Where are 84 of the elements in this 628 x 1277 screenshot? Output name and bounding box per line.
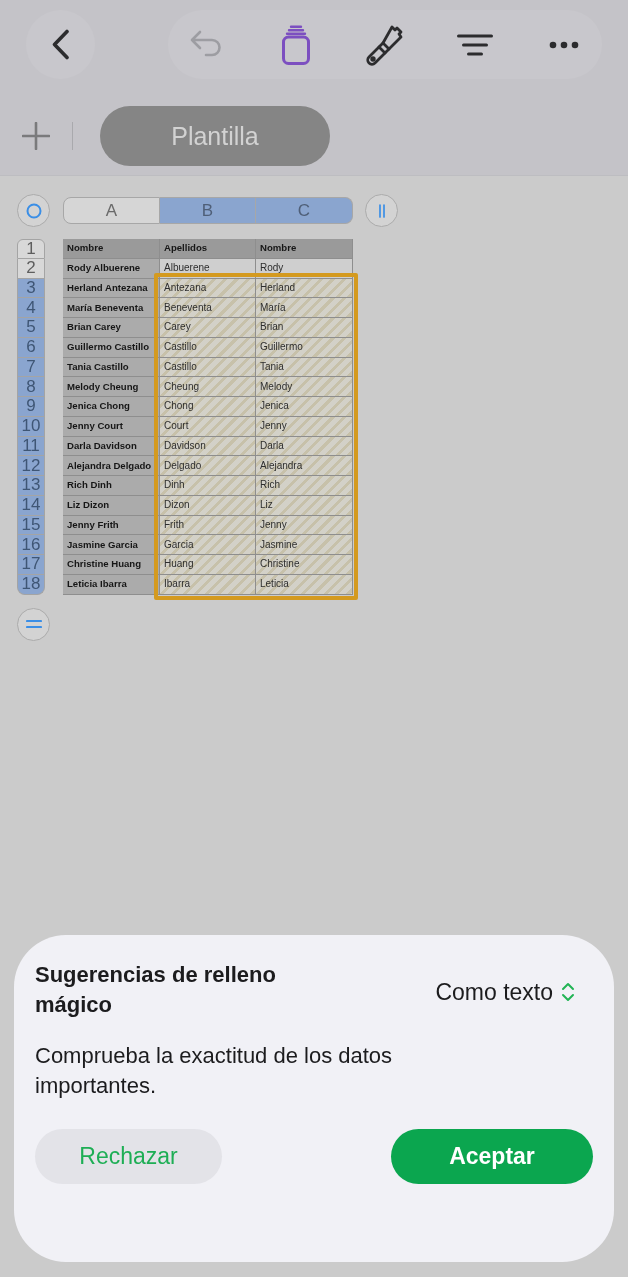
table-handle-button[interactable]: [17, 194, 50, 227]
circle-icon: [25, 202, 42, 219]
equals-icon: [25, 619, 42, 629]
table-cell: Brian Carey: [63, 318, 160, 338]
table-cell: Jenica Chong: [63, 397, 160, 417]
row-number[interactable]: 8: [17, 377, 45, 397]
header-cell: Nombre: [256, 239, 353, 259]
suggested-cell: Castillo: [160, 357, 256, 378]
suggested-cell: María: [256, 298, 353, 318]
suggested-cell: Liz: [256, 495, 353, 516]
suggested-cell: Rich: [256, 476, 353, 496]
row-number[interactable]: 11: [17, 436, 45, 457]
reject-button[interactable]: Rechazar: [35, 1129, 222, 1184]
suggested-cell: Carey: [160, 318, 256, 338]
suggested-cell: Huang: [160, 555, 256, 575]
table-cell: Christine Huang: [63, 555, 160, 575]
chevron-left-icon: [51, 29, 70, 60]
accept-button[interactable]: Aceptar: [391, 1129, 593, 1184]
suggested-cell: Cheung: [160, 377, 256, 397]
header-cell: Nombre: [63, 239, 160, 259]
suggested-cell: Delgado: [160, 456, 256, 476]
suggested-cell: Antezana: [160, 278, 256, 299]
suggested-cell: Court: [160, 416, 256, 437]
row-number[interactable]: 5: [17, 318, 45, 338]
column-header[interactable]: C: [256, 197, 353, 224]
suggested-cell: Beneventa: [160, 298, 256, 318]
suggested-cell: Guillermo: [256, 337, 353, 358]
sheet-title: Sugerencias de relleno mágico: [35, 961, 277, 1019]
suggested-cell: Ibarra: [160, 574, 256, 595]
suggested-cell: Jenny: [256, 515, 353, 536]
row-number[interactable]: 2: [17, 258, 45, 279]
row-number[interactable]: 10: [17, 416, 45, 437]
row-number[interactable]: 4: [17, 298, 45, 318]
double-bar-icon: [376, 203, 387, 218]
suggested-cell: Alejandra: [256, 456, 353, 476]
row-number[interactable]: 7: [17, 357, 45, 378]
table-cell: Melody Cheung: [63, 377, 160, 397]
sheet-message: Comprueba la exactitud de los datos importantes.: [35, 1042, 394, 1100]
row-number[interactable]: 9: [17, 397, 45, 417]
suggested-cell: Tania: [256, 357, 353, 378]
row-number[interactable]: 18: [17, 574, 45, 595]
suggested-cell: Melody: [256, 377, 353, 397]
sheet-tab[interactable]: Plantilla: [100, 106, 330, 166]
table-cell: Jasmine Garcia: [63, 535, 160, 555]
suggested-cell: Frith: [160, 515, 256, 536]
suggested-cell: Dizon: [160, 495, 256, 516]
suggested-cell: Jenica: [256, 397, 353, 417]
format-popup-button[interactable]: Como texto: [435, 977, 575, 1007]
suggested-cell: Leticia: [256, 574, 353, 595]
suggested-cell: Castillo: [160, 337, 256, 358]
header-cell: Apellidos: [160, 239, 256, 259]
row-number[interactable]: 16: [17, 535, 45, 555]
descending-lines-icon: [456, 33, 493, 56]
suggested-cell: Davidson: [160, 436, 256, 457]
row-handle-button[interactable]: [17, 607, 50, 641]
row-number[interactable]: 13: [17, 476, 45, 496]
row-number[interactable]: 12: [17, 456, 45, 476]
table-cell: Rich Dinh: [63, 476, 160, 496]
suggested-cell: Dinh: [160, 476, 256, 496]
paintbrush-icon: [366, 23, 404, 66]
plus-icon: [22, 122, 50, 150]
suggested-cell: Herland: [256, 278, 353, 299]
chevron-up-down-icon: [561, 981, 575, 1003]
table-cell: Alejandra Delgado: [63, 456, 160, 476]
suggested-cell: Jasmine: [256, 535, 353, 555]
row-number[interactable]: 3: [17, 278, 45, 299]
table-cell: María Beneventa: [63, 298, 160, 318]
row-number[interactable]: 14: [17, 495, 45, 516]
suggested-cell: Christine: [256, 555, 353, 575]
suggested-cell: Brian: [256, 318, 353, 338]
suggested-cell: Garcia: [160, 535, 256, 555]
add-sheet-button[interactable]: [22, 122, 50, 150]
suggested-cell: Chong: [160, 397, 256, 417]
suggested-cell: Darla: [256, 436, 353, 457]
column-header[interactable]: A: [63, 197, 160, 224]
column-header[interactable]: B: [160, 197, 256, 224]
row-number[interactable]: 1: [17, 239, 45, 259]
suggested-cell: Jenny: [256, 416, 353, 437]
column-handle-button[interactable]: [365, 194, 398, 227]
row-number[interactable]: 17: [17, 555, 45, 575]
more-icon: [549, 40, 579, 49]
row-number[interactable]: 6: [17, 337, 45, 358]
stacked-square-icon: [279, 24, 312, 65]
row-number[interactable]: 15: [17, 515, 45, 536]
